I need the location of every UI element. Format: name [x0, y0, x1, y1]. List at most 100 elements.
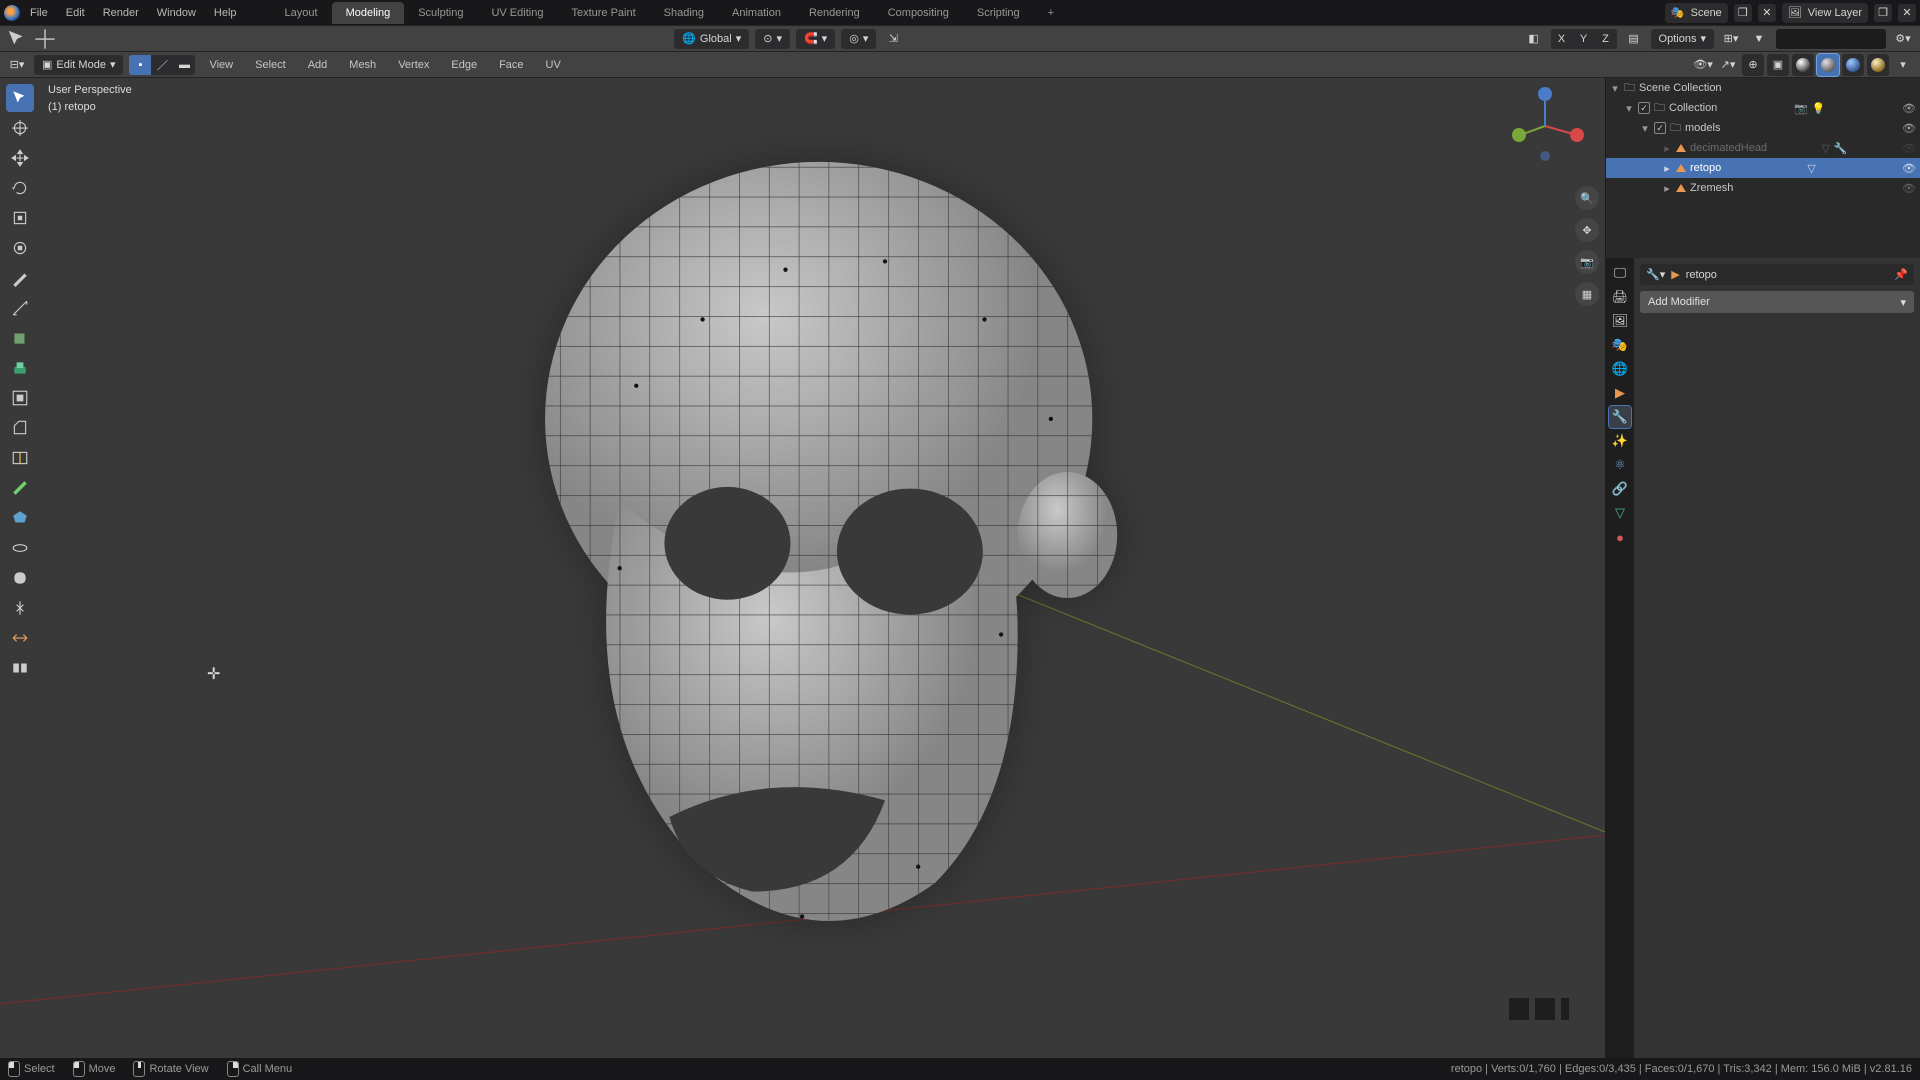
viewport-menu-view[interactable]: View [201, 55, 241, 75]
viewport-menu-add[interactable]: Add [300, 55, 336, 75]
tab-sculpting[interactable]: Sculpting [404, 2, 477, 24]
ptab-mesh[interactable]: ▽ [1609, 502, 1631, 524]
transform-orientation-dropdown[interactable]: 🌐Global▾ [674, 29, 749, 49]
models-checkbox[interactable] [1654, 122, 1666, 134]
overlay-toggle[interactable]: ⊕ [1742, 54, 1764, 76]
ptab-output[interactable]: 🖨 [1609, 286, 1631, 308]
scene-selector[interactable]: 🎭 Scene [1665, 3, 1728, 23]
axis-y-button[interactable]: Y [1573, 29, 1595, 49]
face-select-button[interactable]: ▬ [173, 55, 195, 75]
new-scene-button[interactable]: ❐ [1734, 4, 1752, 22]
tab-shading[interactable]: Shading [650, 2, 718, 24]
ptab-particles[interactable]: ✨ [1609, 430, 1631, 452]
pin-icon[interactable]: 📌 [1894, 268, 1908, 281]
xray-toggle[interactable]: ▣ [1767, 54, 1789, 76]
tool-select-box[interactable] [6, 84, 34, 112]
ptab-render[interactable]: 🖵 [1609, 262, 1631, 284]
viewport-menu-vertex[interactable]: Vertex [390, 55, 437, 75]
tool-bevel[interactable] [6, 414, 34, 442]
shading-rendered[interactable] [1867, 54, 1889, 76]
shading-solid[interactable] [1817, 54, 1839, 76]
viewport-menu-edge[interactable]: Edge [443, 55, 485, 75]
menu-edit[interactable]: Edit [58, 3, 93, 23]
ptab-world[interactable]: 🌐 [1609, 358, 1631, 380]
add-workspace-button[interactable]: + [1034, 2, 1068, 24]
mode-dropdown[interactable]: ▣Edit Mode▾ [34, 55, 123, 75]
tool-loopcut[interactable] [6, 444, 34, 472]
shading-wire[interactable] [1792, 54, 1814, 76]
outliner-models[interactable]: ▾ 🗀 models 👁 [1606, 118, 1920, 138]
viewport-menu-mesh[interactable]: Mesh [341, 55, 384, 75]
delete-scene-button[interactable]: ✕ [1758, 4, 1776, 22]
tool-select-box-icon[interactable] [6, 28, 28, 50]
editor-type-icon[interactable]: ⊞▾ [1720, 28, 1742, 50]
search-input[interactable] [1776, 29, 1886, 49]
tab-compositing[interactable]: Compositing [874, 2, 963, 24]
menu-render[interactable]: Render [95, 3, 147, 23]
ptab-constraints[interactable]: 🔗 [1609, 478, 1631, 500]
viewport-menu-face[interactable]: Face [491, 55, 531, 75]
viewlayer-selector[interactable]: 🖼 View Layer [1782, 3, 1868, 23]
tool-shrink[interactable] [6, 624, 34, 652]
show-objects-icon[interactable]: ◧ [1523, 28, 1545, 50]
visibility-toggle[interactable]: 👁 [1902, 142, 1916, 155]
menu-file[interactable]: File [22, 3, 56, 23]
tool-edge-slide[interactable] [6, 594, 34, 622]
ptab-scene[interactable]: 🎭 [1609, 334, 1631, 356]
tab-layout[interactable]: Layout [271, 2, 332, 24]
shading-options-dropdown[interactable]: ▾ [1892, 54, 1914, 76]
vertex-select-button[interactable]: ▪ [129, 55, 151, 75]
tool-polybuild[interactable] [6, 504, 34, 532]
tool-knife[interactable] [6, 474, 34, 502]
add-modifier-dropdown[interactable]: Add Modifier▾ [1640, 291, 1914, 313]
tab-texture-paint[interactable]: Texture Paint [557, 2, 649, 24]
tool-rip[interactable] [6, 654, 34, 682]
tool-add-cube[interactable] [6, 324, 34, 352]
ptab-object[interactable]: ▶ [1609, 382, 1631, 404]
ptab-material[interactable]: ● [1609, 526, 1631, 548]
tab-scripting[interactable]: Scripting [963, 2, 1034, 24]
perspective-toggle-button[interactable]: ▦ [1575, 282, 1599, 306]
visibility-toggle[interactable]: 👁 [1902, 182, 1916, 195]
new-viewlayer-button[interactable]: ❐ [1874, 4, 1892, 22]
properties-breadcrumb[interactable]: 🔧▾ ▶ retopo 📌 [1640, 264, 1914, 285]
visibility-toggle[interactable]: 👁 [1902, 122, 1916, 135]
filter-icon[interactable]: ▼ [1748, 28, 1770, 50]
outliner-collection[interactable]: ▾ 🗀 Collection 📷 💡 👁 [1606, 98, 1920, 118]
pivot-dropdown[interactable]: ⊙▾ [755, 29, 790, 49]
tool-inset[interactable] [6, 384, 34, 412]
tool-scale[interactable] [6, 204, 34, 232]
delete-viewlayer-button[interactable]: ✕ [1898, 4, 1916, 22]
tool-spin[interactable] [6, 534, 34, 562]
tool-rotate[interactable] [6, 174, 34, 202]
axis-z-button[interactable]: Z [1595, 29, 1617, 49]
tool-smooth[interactable] [6, 564, 34, 592]
tab-uv-editing[interactable]: UV Editing [477, 2, 557, 24]
filter-settings-icon[interactable]: ⚙▾ [1892, 28, 1914, 50]
mirror-icon[interactable]: ▤ [1623, 28, 1645, 50]
ptab-viewlayer[interactable]: 🖼 [1609, 310, 1631, 332]
outliner-scene-collection[interactable]: ▾🗀 Scene Collection [1606, 78, 1920, 98]
outliner-item-decimatedhead[interactable]: ▸ decimatedHead ▽ 🔧 👁 [1606, 138, 1920, 158]
viewport-3d[interactable]: User Perspective (1) retopo ✛ 🔍 ✥ 📷 ▦ [0, 78, 1605, 1058]
camera-view-button[interactable]: 📷 [1575, 250, 1599, 274]
snap-dropdown[interactable]: 🧲▾ [796, 29, 835, 49]
mesh-head-object[interactable] [449, 137, 1155, 999]
menu-help[interactable]: Help [206, 3, 245, 23]
visibility-dropdown[interactable]: 👁▾ [1692, 54, 1714, 76]
tool-cursor-icon[interactable] [34, 28, 56, 50]
visibility-toggle[interactable]: 👁 [1902, 162, 1916, 175]
gizmo-toggle[interactable]: ↗▾ [1717, 54, 1739, 76]
tool-transform[interactable] [6, 234, 34, 262]
tool-annotate[interactable] [6, 264, 34, 292]
auto-merge-button[interactable]: ⇲ [882, 28, 904, 50]
edge-select-button[interactable]: ／ [151, 55, 173, 75]
collection-checkbox[interactable] [1638, 102, 1650, 114]
navigation-gizmo[interactable] [1503, 84, 1587, 168]
tab-modeling[interactable]: Modeling [332, 2, 405, 24]
tool-extrude[interactable] [6, 354, 34, 382]
proportional-edit-dropdown[interactable]: ◎▾ [841, 29, 876, 49]
options-dropdown[interactable]: Options▾ [1651, 29, 1714, 49]
outliner-item-retopo[interactable]: ▸ retopo ▽ 👁 [1606, 158, 1920, 178]
menu-window[interactable]: Window [149, 3, 204, 23]
